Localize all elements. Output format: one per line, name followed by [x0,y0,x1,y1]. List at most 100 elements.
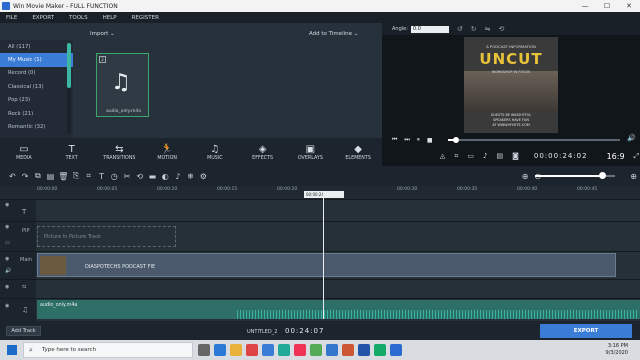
cut-icon[interactable]: ✂ [121,172,134,181]
zoom-in-icon[interactable]: ⊕ [627,172,640,181]
menu-export[interactable]: EXPORT [32,15,54,21]
app-icon[interactable] [294,344,306,356]
taskbar-search[interactable]: ⌕ Type here to search [23,342,193,358]
playback-progress[interactable] [448,137,620,143]
split-icon[interactable]: ⎘ [70,171,83,181]
store-icon[interactable] [262,344,274,356]
delete-icon[interactable]: 🗑 [57,172,70,181]
eye-icon[interactable]: ◉ [5,284,9,290]
category-pop[interactable]: Pop (23) [0,94,73,107]
edge-icon[interactable] [214,344,226,356]
category-my-music[interactable]: My Music (1) [0,53,73,67]
text-tool-icon[interactable]: T [95,172,108,181]
movie-maker-icon[interactable] [390,344,402,356]
minimize-button[interactable]: — [574,2,596,10]
speed-icon[interactable]: ⟲ [133,172,146,181]
eye-icon[interactable]: ◉ [5,202,9,208]
category-scrollbar[interactable] [67,43,71,133]
camera-record-icon[interactable]: ▭ [467,152,474,160]
add-to-timeline-dropdown[interactable]: Add to Timeline ⌄ [309,31,358,37]
add-track-button[interactable]: Add Track [6,326,41,336]
color-icon[interactable]: ◐ [159,172,172,181]
tab-transitions[interactable]: ⇆ TRANSITIONS [96,138,144,166]
category-all[interactable]: All (117) [0,40,73,53]
redo-icon[interactable]: ↷ [19,172,32,181]
rotate-right-icon[interactable]: ↻ [471,25,477,33]
chrome-icon[interactable] [246,344,258,356]
volume-icon[interactable]: 🔊 [627,134,636,142]
menu-register[interactable]: REGISTER [132,15,159,21]
tab-music[interactable]: ♫ MUSIC [191,138,239,166]
category-classical[interactable]: Classical (13) [0,80,73,93]
zoom-slider[interactable] [535,172,615,179]
import-dropdown[interactable]: Import ⌄ [90,31,115,37]
paint-bucket-icon[interactable]: ◬ [440,152,445,160]
reset-icon[interactable]: ⟲ [499,25,505,33]
audio-clip[interactable]: audio_only.m4a [37,300,640,319]
pause-icon[interactable]: ⏸ [417,136,420,144]
app-icon[interactable] [278,344,290,356]
windows-start-icon[interactable] [7,345,17,355]
maximize-button[interactable]: ☐ [596,2,618,10]
task-view-icon[interactable] [198,344,210,356]
pip-placeholder[interactable]: Picture In Picture Track [37,226,176,247]
crop-tool-icon[interactable]: ⌗ [82,171,95,181]
microphone-icon[interactable]: ♪ [483,152,487,160]
skip-forward-icon[interactable]: ⏭ [404,136,409,144]
lock-icon[interactable]: ▭ [5,240,10,246]
eye-icon[interactable]: ◉ [5,224,9,230]
zoom-fit-icon[interactable]: ⊕ [519,172,532,181]
audio-icon[interactable]: ♪ [172,172,185,181]
duration-icon[interactable]: ◷ [108,172,121,181]
tab-media[interactable]: ▭ MEDIA [0,138,48,166]
tab-motion[interactable]: 🏃 MOTION [143,138,191,166]
close-button[interactable]: ✕ [618,2,640,10]
category-record[interactable]: Record (0) [0,67,73,80]
subtitle-icon[interactable]: ▤ [496,152,503,160]
paste-icon[interactable]: ▤ [44,172,57,181]
fullscreen-icon[interactable]: ⤢ [634,152,640,161]
effect-track[interactable] [36,279,640,298]
media-tile[interactable]: 2 ♫ audio_only.m4a [96,53,149,117]
settings-icon[interactable]: ⚙ [197,172,210,181]
tab-overlays[interactable]: ▣ OVERLAYS [287,138,335,166]
playhead-time[interactable]: 00:00:24 [304,191,344,198]
rotate-left-icon[interactable]: ↺ [457,25,463,33]
tab-elements[interactable]: ◆ ELEMENTS [334,138,382,166]
mute-icon[interactable]: 🔊 [5,268,11,274]
snapshot-icon[interactable]: ◙ [512,152,519,160]
flip-icon[interactable]: ⇋ [485,25,491,33]
powerpoint-icon[interactable] [342,344,354,356]
undo-icon[interactable]: ↶ [6,172,19,181]
tab-effects[interactable]: ◈ EFFECTS [239,138,287,166]
menu-tools[interactable]: TOOLS [69,15,88,21]
progress-knob[interactable] [453,137,459,143]
aspect-ratio[interactable]: 16:9 [607,152,625,161]
menu-file[interactable]: FILE [6,15,17,21]
stop-icon[interactable]: ■ [427,137,433,144]
copy-icon[interactable]: ⧉ [31,171,44,181]
menu-help[interactable]: HELP [103,15,117,21]
export-button[interactable]: EXPORT [540,324,632,338]
skip-back-icon[interactable]: ⏮ [392,136,397,144]
eye-icon[interactable]: ◉ [5,256,9,262]
voiceover-icon[interactable]: ▬ [146,172,159,181]
zoom-knob[interactable] [599,172,606,179]
angle-input[interactable]: 0.0 [410,25,449,33]
system-tray-clock[interactable]: 3:16 PM 9/3/2020 [560,343,628,357]
video-clip[interactable]: DIASPOTECHS PODCAST FIE [37,253,616,277]
scrollbar-thumb[interactable] [67,43,71,88]
app-icon[interactable] [310,344,322,356]
category-rock[interactable]: Rock (21) [0,107,73,120]
crop-icon[interactable]: ⌗ [454,152,458,161]
word-icon[interactable] [326,344,338,356]
text-track[interactable] [36,199,640,221]
playhead[interactable] [323,191,324,319]
app-icon[interactable] [374,344,386,356]
freeze-icon[interactable]: ❄ [184,172,197,181]
file-explorer-icon[interactable] [230,344,242,356]
eye-icon[interactable]: ◉ [5,303,9,309]
category-romantic[interactable]: Romantic (32) [0,120,73,133]
tab-text[interactable]: T TEXT [48,138,96,166]
app-icon[interactable] [358,344,370,356]
